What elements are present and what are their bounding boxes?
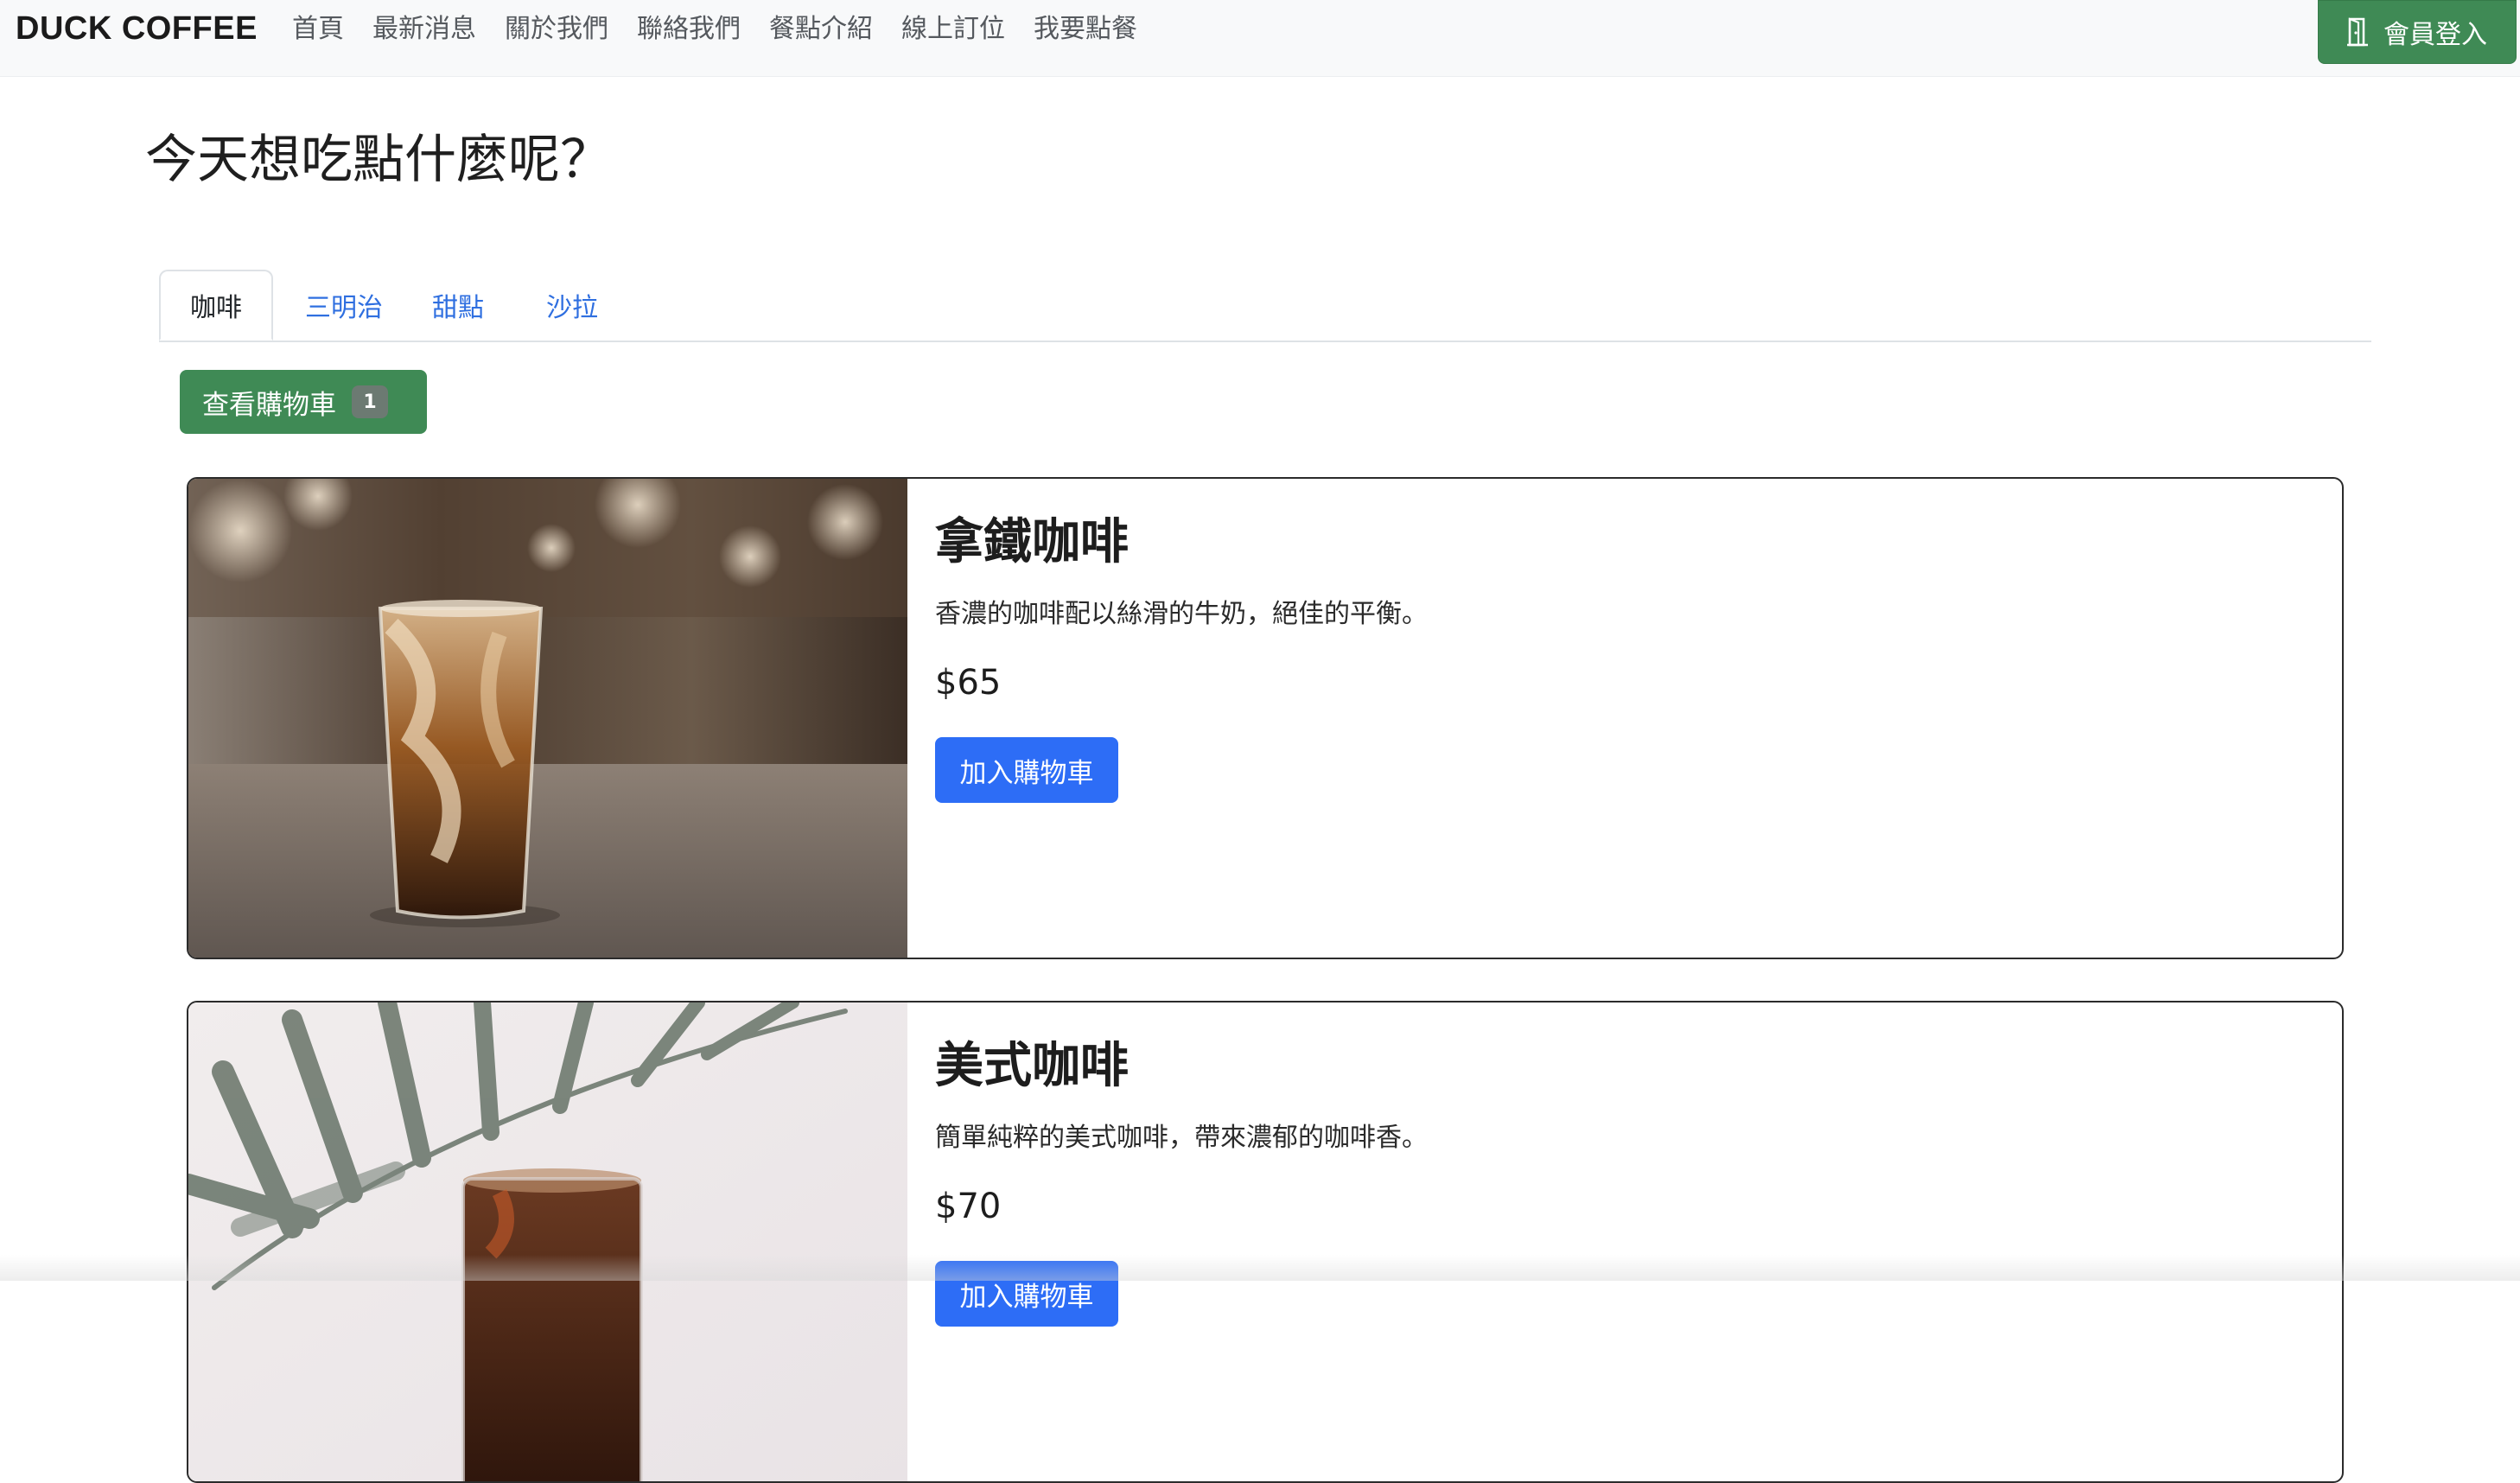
nav-link-contact[interactable]: 聯絡我們	[637, 12, 741, 47]
product-name-latte: 拿鐵咖啡	[935, 514, 1129, 570]
page-bottom-fade	[0, 1255, 2520, 1281]
login-button[interactable]: 會員登入	[2318, 0, 2517, 64]
nav-link-reservation[interactable]: 線上訂位	[901, 12, 1005, 47]
product-price-latte: $65	[935, 663, 1002, 703]
product-price-americano: $70	[935, 1187, 1002, 1226]
tab-coffee[interactable]: 咖啡	[159, 270, 273, 341]
product-card-americano: 美式咖啡 簡單純粹的美式咖啡，帶來濃郁的咖啡香。 $70 加入購物車	[187, 1001, 2344, 1483]
navbar: DUCK COFFEE 首頁 最新消息 關於我們 聯絡我們 餐點介紹 線上訂位 …	[0, 0, 2520, 77]
door-icon	[2347, 17, 2368, 47]
product-info-latte: 拿鐵咖啡 香濃的咖啡配以絲滑的牛奶，絕佳的平衡。 $65 加入購物車	[935, 503, 1428, 803]
tab-dessert[interactable]: 甜點	[415, 270, 501, 341]
nav-links: 首頁 最新消息 關於我們 聯絡我們 餐點介紹 線上訂位 我要點餐	[292, 12, 1166, 47]
tab-sandwich[interactable]: 三明治	[289, 270, 399, 341]
cart-count-badge: 1	[352, 385, 388, 418]
nav-link-home[interactable]: 首頁	[292, 12, 344, 47]
add-to-cart-button-latte[interactable]: 加入購物車	[935, 737, 1118, 803]
view-cart-label: 查看購物車	[202, 389, 336, 421]
login-label: 會員登入	[2383, 20, 2487, 50]
product-card-latte: 拿鐵咖啡 香濃的咖啡配以絲滑的牛奶，絕佳的平衡。 $65 加入購物車	[187, 477, 2344, 959]
nav-link-order[interactable]: 我要點餐	[1034, 12, 1137, 47]
nav-link-menu[interactable]: 餐點介紹	[769, 12, 873, 47]
view-cart-button[interactable]: 查看購物車 1	[180, 370, 427, 434]
category-tabs: 咖啡 三明治 甜點 沙拉	[159, 270, 2371, 342]
tab-salad[interactable]: 沙拉	[529, 270, 615, 341]
nav-link-about[interactable]: 關於我們	[505, 12, 608, 47]
product-description-americano: 簡單純粹的美式咖啡，帶來濃郁的咖啡香。	[935, 1123, 1428, 1153]
brand-logo[interactable]: DUCK COFFEE	[16, 10, 258, 48]
product-name-americano: 美式咖啡	[935, 1038, 1129, 1094]
nav-link-news[interactable]: 最新消息	[372, 12, 476, 47]
page-title: 今天想吃點什麼呢？	[145, 130, 612, 190]
product-info-americano: 美式咖啡 簡單純粹的美式咖啡，帶來濃郁的咖啡香。 $70 加入購物車	[935, 1027, 1428, 1327]
product-description-latte: 香濃的咖啡配以絲滑的牛奶，絕佳的平衡。	[935, 599, 1428, 629]
product-image-americano	[188, 1002, 907, 1481]
product-image-latte	[188, 479, 907, 958]
